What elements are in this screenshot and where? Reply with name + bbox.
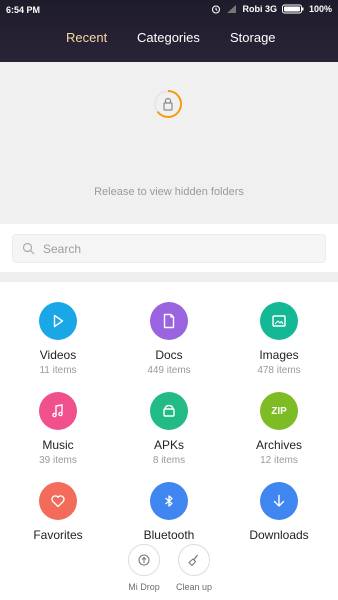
category-count: 8 items [152,455,186,466]
category-name: Docs [155,348,183,362]
category-count: 12 items [260,455,298,466]
music-note-icon [39,392,77,430]
search-placeholder: Search [43,242,82,256]
document-icon [150,302,188,340]
status-right: Robi 3G 100% [211,4,332,14]
clean-up-label: Clean up [175,582,213,592]
android-icon [150,392,188,430]
clean-up-button[interactable]: Clean up [164,544,224,592]
category-name: Images [259,348,299,362]
battery-percent: 100% [308,4,332,14]
signal-icon [226,4,237,14]
tab-storage[interactable]: Storage [230,30,276,45]
tab-recent[interactable]: Recent [66,30,107,45]
status-time: 6:54 PM [6,5,41,15]
download-icon [260,482,298,520]
category-name: Archives [255,438,302,452]
search-input[interactable]: Search [12,234,326,263]
mi-drop-icon [128,544,160,576]
hidden-folders-area[interactable] [0,62,338,224]
heart-icon [39,482,77,520]
bottom-actions: Mi Drop Clean up [0,544,338,600]
category-videos[interactable]: Videos 11 items [8,302,108,376]
category-name: Music [42,438,74,452]
category-music[interactable]: Music 39 items [8,392,108,466]
top-bar: 6:54 PM Robi 3G 100% Recent Categories S… [0,0,338,62]
category-images[interactable]: Images 478 items [229,302,329,376]
tab-categories[interactable]: Categories [137,30,200,45]
category-bluetooth[interactable]: Bluetooth [119,482,219,542]
category-name: Favorites [33,528,83,542]
category-name: APKs [153,438,184,452]
status-bar: 6:54 PM Robi 3G 100% [0,0,338,20]
hidden-folders-hint: Release to view hidden folders [94,186,244,198]
category-name: Downloads [249,528,309,542]
category-name: Videos [39,348,77,362]
section-divider [0,272,338,282]
category-count: 478 items [257,365,301,376]
category-count: 39 items [39,455,77,466]
bluetooth-icon [150,482,188,520]
category-docs[interactable]: Docs 449 items [119,302,219,376]
category-count: 449 items [147,365,191,376]
category-name: Bluetooth [143,528,195,542]
category-downloads[interactable]: Downloads [229,482,329,542]
battery-icon [281,4,304,14]
tab-bar: Recent Categories Storage [0,30,338,52]
category-archives[interactable]: ZIP Archives 12 items [229,392,329,466]
alarm-icon [211,4,221,14]
zip-icon: ZIP [260,392,298,430]
search-section: Search [0,224,338,272]
category-apks[interactable]: APKs 8 items [119,392,219,466]
category-count: 11 items [39,365,77,376]
play-icon [39,302,77,340]
category-favorites[interactable]: Favorites [8,482,108,542]
image-icon [260,302,298,340]
carrier-name: Robi 3G [242,4,277,14]
zip-icon-label: ZIP [271,405,287,417]
broom-icon [178,544,210,576]
search-icon [22,242,35,260]
lock-icon [153,89,183,119]
